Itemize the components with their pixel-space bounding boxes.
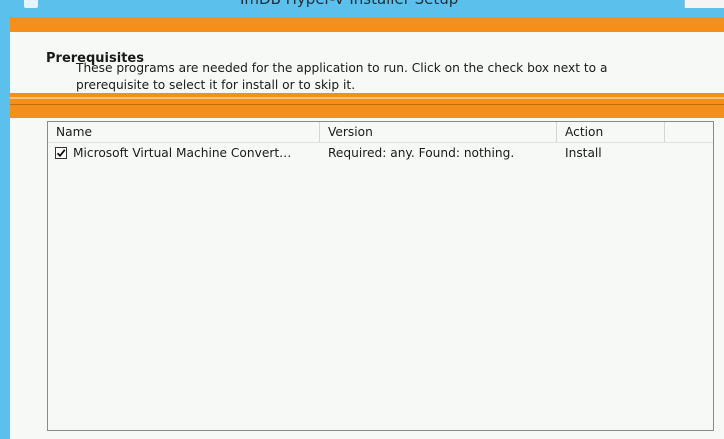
column-header-name[interactable]: Name (48, 122, 320, 142)
window-title: ImDB Hyper-V Installer Setup (240, 0, 458, 8)
prerequisite-name: Microsoft Virtual Machine Convert… (73, 146, 292, 160)
app-icon (24, 0, 38, 8)
column-header-action[interactable]: Action (557, 122, 665, 142)
prerequisites-list[interactable]: Name Version Action Microsoft Virtual Ma… (47, 121, 714, 431)
prerequisite-version: Required: any. Found: nothing. (328, 146, 515, 160)
checkbox-checked-icon (56, 149, 66, 158)
title-bar[interactable]: ImDB Hyper-V Installer Setup (0, 0, 724, 17)
dialog-client-area: Prerequisites These programs are needed … (10, 17, 724, 439)
column-header-version[interactable]: Version (320, 122, 557, 142)
orange-banner-line (10, 104, 724, 105)
installer-window: ImDB Hyper-V Installer Setup Prerequisit… (0, 0, 724, 439)
list-header: Name Version Action (48, 122, 713, 143)
list-item[interactable]: Microsoft Virtual Machine Convert… Requi… (48, 143, 713, 163)
prerequisite-action[interactable]: Install (565, 143, 665, 163)
prerequisite-checkbox[interactable] (55, 147, 67, 159)
orange-banner-highlight (10, 97, 724, 99)
page-description: These programs are needed for the applic… (76, 61, 608, 92)
close-button[interactable] (684, 0, 724, 8)
orange-banner-top (10, 17, 724, 32)
